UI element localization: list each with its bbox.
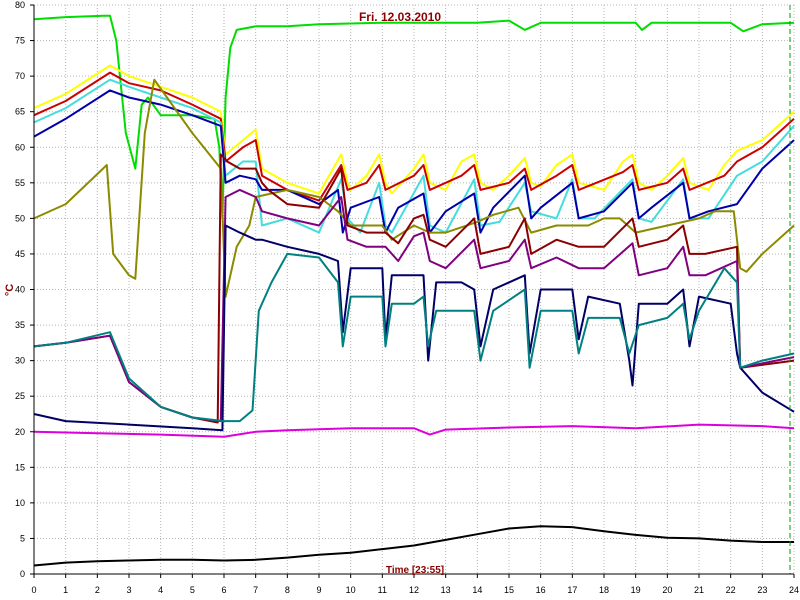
y-tick-label: 75 — [15, 36, 25, 46]
x-tick-label: 13 — [441, 585, 451, 595]
x-tick-label: 6 — [221, 585, 226, 595]
y-tick-label: 80 — [15, 0, 25, 10]
x-tick-label: 21 — [694, 585, 704, 595]
x-tick-label: 12 — [409, 585, 419, 595]
x-tick-label: 3 — [126, 585, 131, 595]
y-tick-label: 70 — [15, 71, 25, 81]
x-tick-label: 23 — [757, 585, 767, 595]
y-tick-label: 50 — [15, 213, 25, 223]
x-tick-label: 4 — [158, 585, 163, 595]
y-tick-label: 25 — [15, 391, 25, 401]
x-tick-label: 20 — [662, 585, 672, 595]
x-axis-label: Time [23:55] — [386, 565, 444, 576]
y-tick-label: 15 — [15, 462, 25, 472]
y-tick-label: 5 — [20, 533, 25, 543]
x-tick-label: 1 — [63, 585, 68, 595]
x-tick-label: 15 — [504, 585, 514, 595]
y-tick-label: 0 — [20, 569, 25, 579]
x-tick-label: 5 — [190, 585, 195, 595]
x-tick-label: 2 — [95, 585, 100, 595]
x-tick-label: 11 — [378, 585, 387, 595]
y-tick-label: 35 — [15, 320, 25, 330]
y-tick-label: 65 — [15, 107, 25, 117]
y-tick-label: 45 — [15, 249, 25, 259]
x-tick-label: 22 — [726, 585, 736, 595]
x-tick-label: 9 — [316, 585, 321, 595]
y-tick-label: 30 — [15, 356, 25, 366]
x-tick-label: 14 — [472, 585, 482, 595]
x-tick-label: 16 — [536, 585, 546, 595]
x-tick-label: 19 — [631, 585, 641, 595]
x-tick-label: 24 — [789, 585, 799, 595]
y-tick-label: 20 — [15, 427, 25, 437]
y-tick-label: 10 — [15, 498, 25, 508]
y-tick-label: 40 — [15, 285, 25, 295]
x-tick-label: 8 — [285, 585, 290, 595]
x-tick-labels: 0 1 2 3 4 5 6 7 8 9 10 11 12 13 14 15 16 17 18 19 20 21 22 23 24 — [31, 574, 799, 595]
x-tick-label: 7 — [253, 585, 258, 595]
chart-title: Fri. 12.03.2010 — [359, 10, 441, 24]
y-tick-label: 55 — [15, 178, 25, 188]
temperature-chart: 05101520253035404550556065707580 0123456… — [4, 0, 799, 595]
x-tick-label: 17 — [567, 585, 577, 595]
x-tick-label: 10 — [346, 585, 356, 595]
y-axis-label: °C — [4, 284, 16, 296]
x-tick-label: 18 — [599, 585, 609, 595]
y-tick-labels: 0 5 10 15 20 25 30 35 40 45 50 55 60 65 70 75 80 — [15, 0, 34, 579]
x-tick-label: 0 — [31, 585, 36, 595]
y-tick-label: 60 — [15, 142, 25, 152]
